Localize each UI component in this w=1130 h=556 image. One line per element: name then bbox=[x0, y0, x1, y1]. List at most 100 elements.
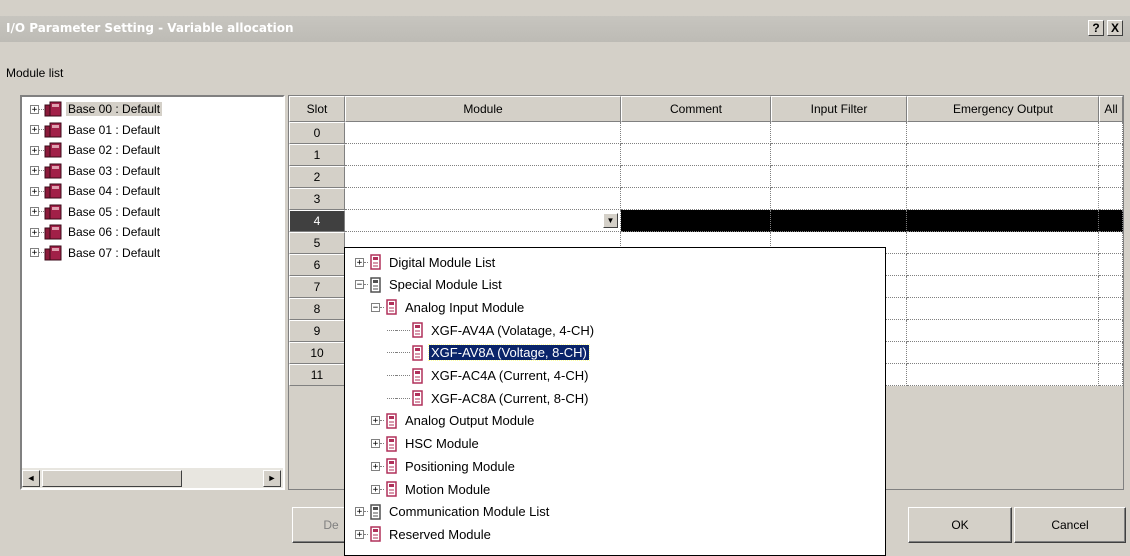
slot-row[interactable] bbox=[345, 122, 1123, 144]
grid-cell[interactable] bbox=[1099, 144, 1123, 166]
grid-cell[interactable] bbox=[345, 188, 621, 210]
slot-number[interactable]: 5 bbox=[289, 232, 345, 254]
base-tree-item[interactable]: + Base 01 : Default bbox=[30, 120, 162, 140]
column-header[interactable]: All bbox=[1099, 96, 1123, 122]
grid-cell[interactable] bbox=[771, 188, 907, 210]
column-header[interactable]: Input Filter bbox=[771, 96, 907, 122]
expand-icon[interactable]: + bbox=[355, 257, 364, 267]
grid-cell[interactable] bbox=[907, 166, 1099, 188]
slot-number[interactable]: 10 bbox=[289, 342, 345, 364]
grid-cell[interactable] bbox=[907, 276, 1099, 298]
grid-cell[interactable] bbox=[1099, 320, 1123, 342]
grid-cell[interactable] bbox=[771, 166, 907, 188]
grid-cell[interactable] bbox=[345, 122, 621, 144]
grid-cell[interactable] bbox=[771, 210, 907, 232]
grid-cell[interactable] bbox=[907, 320, 1099, 342]
expand-icon[interactable]: + bbox=[355, 529, 364, 539]
expand-icon[interactable]: + bbox=[30, 227, 39, 237]
grid-cell[interactable] bbox=[771, 122, 907, 144]
collapse-icon[interactable]: − bbox=[371, 302, 380, 312]
slot-number[interactable]: 11 bbox=[289, 364, 345, 386]
expand-icon[interactable]: + bbox=[371, 416, 380, 426]
grid-cell[interactable] bbox=[1099, 122, 1123, 144]
expand-icon[interactable]: + bbox=[30, 166, 39, 176]
module-tree-item[interactable]: XGF-AV4A (Volatage, 4-CH) bbox=[387, 319, 596, 341]
grid-cell[interactable] bbox=[1099, 166, 1123, 188]
slot-row[interactable]: ▼ bbox=[345, 210, 1123, 232]
column-header[interactable]: Emergency Output bbox=[907, 96, 1099, 122]
grid-cell[interactable] bbox=[1099, 210, 1123, 232]
grid-cell[interactable] bbox=[1099, 276, 1123, 298]
grid-cell[interactable] bbox=[621, 188, 771, 210]
slot-number[interactable]: 1 bbox=[289, 144, 345, 166]
dropdown-arrow-icon[interactable]: ▼ bbox=[603, 213, 618, 228]
module-tree-item[interactable]: XGF-AC8A (Current, 8-CH) bbox=[387, 387, 590, 409]
grid-cell[interactable] bbox=[907, 188, 1099, 210]
grid-cell[interactable] bbox=[907, 342, 1099, 364]
expand-icon[interactable]: + bbox=[30, 125, 39, 135]
expand-icon[interactable]: + bbox=[371, 484, 380, 494]
slot-number[interactable]: 6 bbox=[289, 254, 345, 276]
grid-cell[interactable] bbox=[1099, 298, 1123, 320]
scroll-left-icon[interactable]: ◄ bbox=[22, 470, 40, 487]
grid-cell[interactable] bbox=[1099, 232, 1123, 254]
slot-row[interactable] bbox=[345, 166, 1123, 188]
grid-cell[interactable] bbox=[345, 166, 621, 188]
module-tree-item[interactable]: − Analog Input Module bbox=[371, 296, 526, 318]
base-tree-item[interactable]: + Base 03 : Default bbox=[30, 161, 162, 181]
base-tree-item[interactable]: + Base 00 : Default bbox=[30, 99, 163, 119]
grid-cell[interactable] bbox=[1099, 254, 1123, 276]
expand-icon[interactable]: + bbox=[30, 248, 39, 258]
expand-icon[interactable]: + bbox=[371, 461, 380, 471]
horizontal-scrollbar[interactable]: ◄ ► bbox=[22, 468, 283, 488]
grid-cell[interactable] bbox=[907, 122, 1099, 144]
module-tree-item[interactable]: + Communication Module List bbox=[355, 501, 551, 523]
grid-cell[interactable] bbox=[907, 364, 1099, 386]
expand-icon[interactable]: + bbox=[30, 186, 39, 196]
base-tree-item[interactable]: + Base 05 : Default bbox=[30, 202, 162, 222]
expand-icon[interactable]: + bbox=[30, 207, 39, 217]
grid-cell[interactable] bbox=[907, 232, 1099, 254]
slot-number[interactable]: 9 bbox=[289, 320, 345, 342]
grid-cell[interactable] bbox=[907, 298, 1099, 320]
column-header[interactable]: Slot bbox=[289, 96, 345, 122]
expand-icon[interactable]: + bbox=[371, 439, 380, 449]
grid-cell[interactable] bbox=[907, 144, 1099, 166]
scroll-thumb[interactable] bbox=[42, 470, 182, 487]
grid-cell[interactable]: ▼ bbox=[345, 210, 621, 232]
module-tree-item[interactable]: XGF-AV8A (Voltage, 8-CH) bbox=[387, 342, 590, 364]
slot-row[interactable] bbox=[345, 188, 1123, 210]
grid-cell[interactable] bbox=[907, 254, 1099, 276]
slot-number[interactable]: 7 bbox=[289, 276, 345, 298]
module-tree-item[interactable]: + Motion Module bbox=[371, 478, 492, 500]
close-button[interactable]: X bbox=[1107, 20, 1123, 36]
grid-cell[interactable] bbox=[1099, 364, 1123, 386]
module-tree-item[interactable]: + Positioning Module bbox=[371, 455, 517, 477]
module-tree-item[interactable]: XGF-AC4A (Current, 4-CH) bbox=[387, 365, 590, 387]
base-tree-item[interactable]: + Base 06 : Default bbox=[30, 222, 162, 242]
module-tree-item[interactable]: − Special Module List bbox=[355, 274, 504, 296]
grid-cell[interactable] bbox=[621, 166, 771, 188]
slot-number[interactable]: 3 bbox=[289, 188, 345, 210]
slot-number[interactable]: 4 bbox=[289, 210, 345, 232]
ok-button[interactable]: OK bbox=[908, 507, 1012, 543]
slot-number[interactable]: 8 bbox=[289, 298, 345, 320]
grid-cell[interactable] bbox=[345, 144, 621, 166]
column-header[interactable]: Module bbox=[345, 96, 621, 122]
grid-cell[interactable] bbox=[621, 210, 771, 232]
slot-number[interactable]: 0 bbox=[289, 122, 345, 144]
grid-cell[interactable] bbox=[621, 122, 771, 144]
module-tree-item[interactable]: + Digital Module List bbox=[355, 251, 497, 273]
module-tree-item[interactable]: + Analog Output Module bbox=[371, 410, 536, 432]
base-tree-item[interactable]: + Base 02 : Default bbox=[30, 140, 162, 160]
slot-number[interactable]: 2 bbox=[289, 166, 345, 188]
expand-icon[interactable]: + bbox=[30, 145, 39, 155]
grid-cell[interactable] bbox=[621, 144, 771, 166]
grid-cell[interactable] bbox=[771, 144, 907, 166]
help-button[interactable]: ? bbox=[1088, 20, 1104, 36]
base-tree-item[interactable]: + Base 04 : Default bbox=[30, 181, 162, 201]
module-tree-item[interactable]: + Reserved Module bbox=[355, 523, 493, 545]
expand-icon[interactable]: + bbox=[355, 507, 364, 517]
grid-cell[interactable] bbox=[1099, 342, 1123, 364]
column-header[interactable]: Comment bbox=[621, 96, 771, 122]
